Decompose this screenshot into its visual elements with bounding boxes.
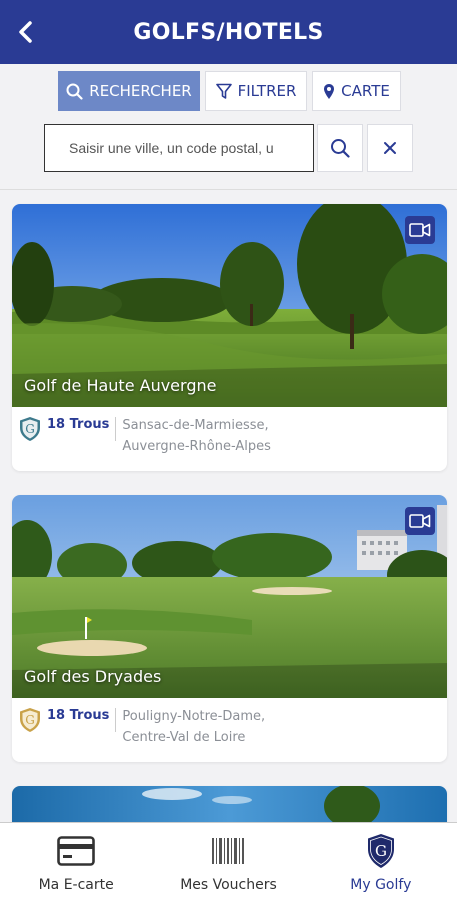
close-icon xyxy=(384,142,396,154)
search-icon xyxy=(331,139,350,158)
page-title: GOLFS/HOTELS xyxy=(133,19,324,45)
video-badge[interactable] xyxy=(405,507,435,535)
submit-search-button[interactable] xyxy=(317,124,363,172)
search-field[interactable] xyxy=(44,124,314,172)
nav-label: My Golfy xyxy=(350,877,412,893)
svg-text:G: G xyxy=(25,422,35,436)
map-pin-icon xyxy=(324,83,335,99)
barcode-icon xyxy=(212,838,245,864)
golfy-shield-icon: G xyxy=(20,417,40,441)
card-icon xyxy=(57,836,95,866)
course-location: Pouligny-Notre-Dame, Centre-Val de Loire xyxy=(122,706,265,748)
holes-count: 18 Trous xyxy=(47,417,117,441)
bottom-nav: Ma E-carte Mes Vouchers G My Golfy xyxy=(0,822,457,900)
course-photo: Golf des Dryades xyxy=(12,495,447,698)
search-mode-button[interactable]: RECHERCHER xyxy=(58,71,200,111)
course-list: Golf de Haute Auvergne G 18 Trous Sansac… xyxy=(0,191,457,822)
location-region: Centre-Val de Loire xyxy=(122,730,246,745)
video-badge[interactable] xyxy=(405,216,435,244)
nav-label: Ma E-carte xyxy=(38,877,114,893)
nav-item-e-card[interactable]: Ma E-carte xyxy=(0,823,152,900)
course-card[interactable]: Golf de Haute Auvergne G 18 Trous Sansac… xyxy=(12,204,447,471)
course-info: G 18 Trous Sansac-de-Marmiesse, Auvergne… xyxy=(12,407,447,471)
map-label: CARTE xyxy=(341,82,390,100)
filter-label: FILTRER xyxy=(237,82,297,100)
filter-button[interactable]: FILTRER xyxy=(205,71,307,111)
nav-item-my-golfy[interactable]: G My Golfy xyxy=(305,823,457,900)
video-camera-icon xyxy=(409,514,431,528)
clear-search-button[interactable] xyxy=(367,124,413,172)
course-photo: Golf de Haute Auvergne xyxy=(12,204,447,407)
map-button[interactable]: CARTE xyxy=(312,71,401,111)
back-button[interactable] xyxy=(10,16,42,48)
search-toolbar: RECHERCHER FILTRER CARTE xyxy=(0,64,457,190)
video-camera-icon xyxy=(409,223,431,237)
svg-text:G: G xyxy=(375,842,387,860)
course-name: Golf de Haute Auvergne xyxy=(24,376,217,395)
location-city: Sansac-de-Marmiesse, xyxy=(122,418,269,433)
filter-icon xyxy=(215,83,232,99)
course-card[interactable]: Golf des Dryades G 18 Trous Pouligny-Not… xyxy=(12,495,447,762)
course-location: Sansac-de-Marmiesse, Auvergne-Rhône-Alpe… xyxy=(122,415,271,457)
course-name: Golf des Dryades xyxy=(24,667,162,686)
nav-label: Mes Vouchers xyxy=(180,877,277,893)
mode-selector: RECHERCHER FILTRER CARTE xyxy=(58,71,401,111)
location-city: Pouligny-Notre-Dame, xyxy=(122,709,266,724)
course-card[interactable] xyxy=(12,786,447,822)
course-info: G 18 Trous Pouligny-Notre-Dame, Centre-V… xyxy=(12,698,447,762)
golfy-shield-icon: G xyxy=(20,708,40,732)
nav-item-vouchers[interactable]: Mes Vouchers xyxy=(152,823,304,900)
svg-text:G: G xyxy=(25,713,35,727)
search-icon xyxy=(66,83,83,100)
location-region: Auvergne-Rhône-Alpes xyxy=(122,439,271,454)
app-header: GOLFS/HOTELS xyxy=(0,0,457,64)
search-mode-label: RECHERCHER xyxy=(89,82,192,100)
course-photo xyxy=(12,786,447,822)
holes-count: 18 Trous xyxy=(47,708,117,732)
golfy-shield-icon: G xyxy=(367,834,394,868)
search-input[interactable] xyxy=(69,140,301,156)
chevron-left-icon xyxy=(19,21,32,43)
